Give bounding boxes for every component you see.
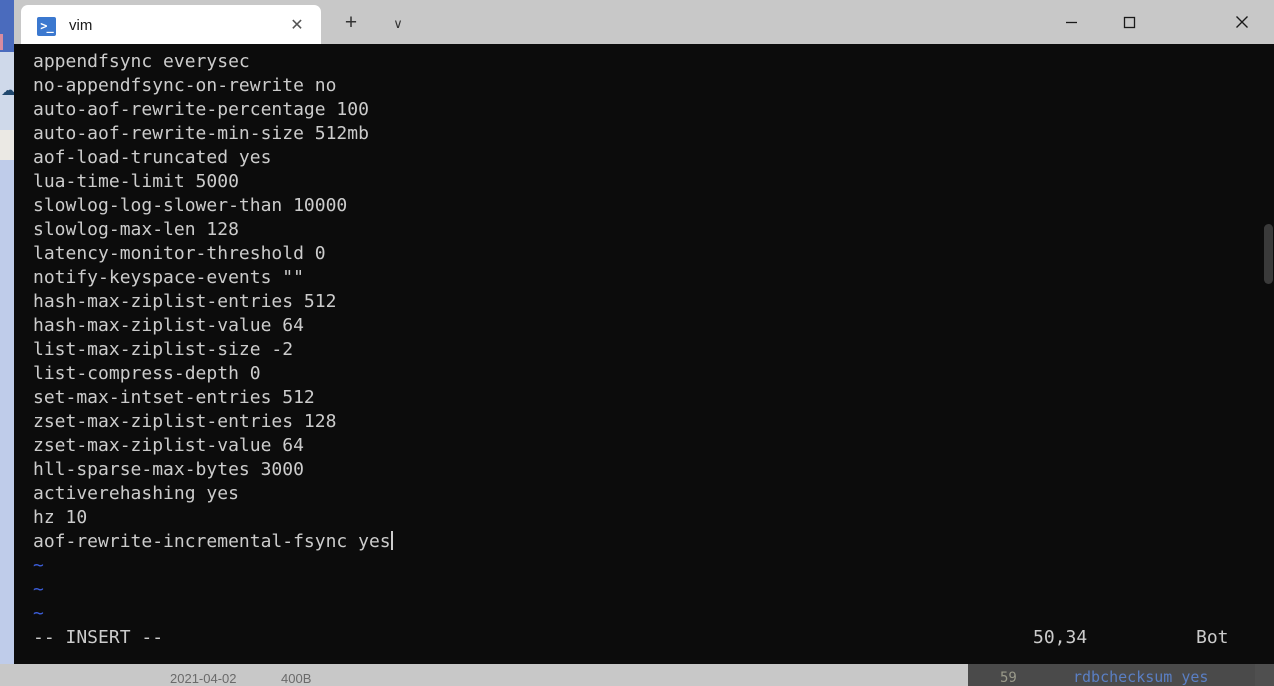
vim-buffer-line: hz 10 [33,506,1274,530]
minimize-button[interactable] [1042,0,1100,44]
vim-buffer-line: aof-load-truncated yes [33,146,1274,170]
vim-buffer-line: slowlog-max-len 128 [33,218,1274,242]
vim-buffer-line: list-compress-depth 0 [33,362,1274,386]
vim-buffer-line: slowlog-log-slower-than 10000 [33,194,1274,218]
tilde-icon: ~ [33,579,44,600]
vim-status-line: -- INSERT -- 50,34 Bot [33,626,1263,650]
new-tab-button[interactable]: + [339,11,363,35]
terminal-window: >_ vim ✕ + ∨ appendfsync everysec no-app… [14,0,1274,664]
background-file-size: 400B [281,671,312,686]
vim-buffer-line: hash-max-ziplist-entries 512 [33,290,1274,314]
vim-line-text: lua-time-limit 5000 [33,171,239,192]
vim-empty-line-marker: ~ [33,554,1274,578]
vim-line-text: appendfsync everysec [33,51,250,72]
background-app-logo-icon: ☁ [1,82,14,99]
vim-line-text: activerehashing yes [33,483,239,504]
vim-line-text: latency-monitor-threshold 0 [33,243,326,264]
tilde-icon: ~ [33,555,44,576]
background-left-app-strip: ☁ [0,0,14,686]
vim-buffer-line: hll-sparse-max-bytes 3000 [33,458,1274,482]
vim-line-text: list-max-ziplist-size -2 [33,339,294,360]
background-vim-line-text: rdbchecksum yes [1073,668,1209,686]
tilde-icon: ~ [33,603,44,624]
terminal-scrollbar[interactable] [1262,44,1274,664]
vim-buffer-line: aof-rewrite-incremental-fsync yes [33,530,1274,554]
vim-line-text: hash-max-ziplist-value 64 [33,315,304,336]
vim-buffer-line: auto-aof-rewrite-percentage 100 [33,98,1274,122]
vim-cursor-position: 50,34 [1033,627,1088,648]
chevron-down-icon[interactable]: ∨ [386,12,410,36]
vim-empty-line-marker: ~ [33,578,1274,602]
vim-line-text: aof-rewrite-incremental-fsync yes [33,531,391,552]
background-vim-line-number: 59 [1000,670,1017,686]
vim-line-text: zset-max-ziplist-entries 128 [33,411,337,432]
scrollbar-thumb[interactable] [1264,224,1273,284]
vim-empty-line-marker: ~ [33,602,1274,626]
vim-buffer-line: zset-max-ziplist-value 64 [33,434,1274,458]
vim-line-text: no-appendfsync-on-rewrite no [33,75,337,96]
vim-buffer-line: appendfsync everysec [33,50,1274,74]
vim-line-text: auto-aof-rewrite-percentage 100 [33,99,369,120]
vim-buffer-line: auto-aof-rewrite-min-size 512mb [33,122,1274,146]
vim-line-text: hll-sparse-max-bytes 3000 [33,459,304,480]
terminal-body[interactable]: appendfsync everysec no-appendfsync-on-re… [14,44,1274,664]
vim-line-text: notify-keyspace-events "" [33,267,304,288]
vim-line-text: zset-max-ziplist-value 64 [33,435,304,456]
background-vim-window-strip: 59 rdbchecksum yes [968,664,1274,686]
vim-buffer-line: set-max-intset-entries 512 [33,386,1274,410]
vim-line-text: auto-aof-rewrite-min-size 512mb [33,123,369,144]
vim-buffer-line: no-appendfsync-on-rewrite no [33,74,1274,98]
background-accent-line [0,34,3,50]
vim-line-text: aof-load-truncated yes [33,147,272,168]
tab-title: vim [69,17,93,34]
tab-vim[interactable]: >_ vim ✕ [21,5,321,47]
vim-line-text: list-compress-depth 0 [33,363,261,384]
maximize-button[interactable] [1100,0,1158,44]
background-file-date: 2021-04-02 [170,671,237,686]
text-cursor [390,531,393,550]
vim-buffer-line: latency-monitor-threshold 0 [33,242,1274,266]
screen: ☁ 2021-04-02 400B 59 rdbchecksum yes e c… [0,0,1274,686]
vim-buffer-line: list-max-ziplist-size -2 [33,338,1274,362]
title-bar: >_ vim ✕ + ∨ [14,0,1274,47]
powershell-icon: >_ [37,17,56,36]
close-icon[interactable]: ✕ [287,16,307,36]
close-window-button[interactable] [1210,0,1274,44]
vim-line-text: slowlog-log-slower-than 10000 [33,195,348,216]
background-file-explorer-row: 2021-04-02 400B [0,664,968,686]
vim-buffer-line: notify-keyspace-events "" [33,266,1274,290]
vim-line-text: slowlog-max-len 128 [33,219,239,240]
vim-line-text: hz 10 [33,507,88,528]
vim-scroll-location: Bot [1196,627,1229,648]
vim-buffer-line: lua-time-limit 5000 [33,170,1274,194]
vim-buffer-line: zset-max-ziplist-entries 128 [33,410,1274,434]
vim-line-text: hash-max-ziplist-entries 512 [33,291,337,312]
vim-mode-indicator: -- INSERT -- [33,627,164,648]
vim-buffer-line: activerehashing yes [33,482,1274,506]
vim-buffer-line: hash-max-ziplist-value 64 [33,314,1274,338]
vim-line-text: set-max-intset-entries 512 [33,387,315,408]
vim-buffer[interactable]: appendfsync everysec no-appendfsync-on-re… [33,50,1274,626]
